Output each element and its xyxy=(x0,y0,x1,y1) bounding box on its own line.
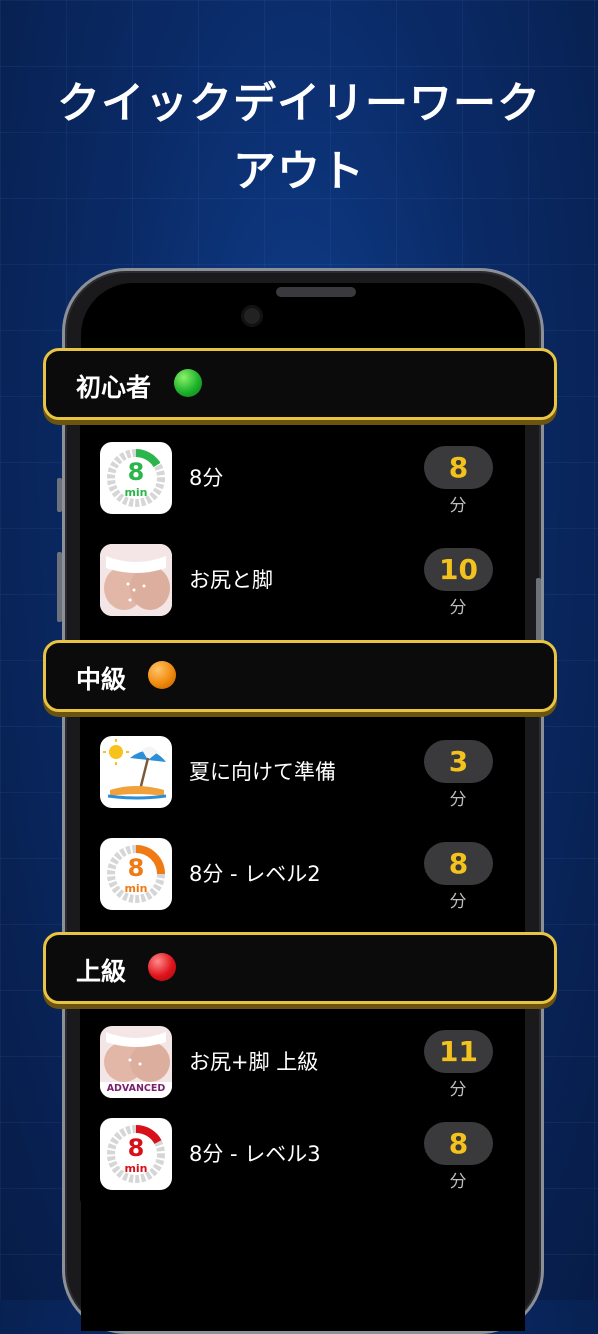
timer-icon: 8 min xyxy=(100,442,172,514)
workout-row-glutes-legs[interactable]: お尻と脚 10 分 xyxy=(80,530,518,626)
front-camera xyxy=(241,305,263,327)
duration-badge: 10 xyxy=(424,548,493,591)
workout-title: 8分 - レベル2 xyxy=(189,862,321,886)
duration-badge: 8 xyxy=(424,1122,493,1165)
level-header-intermediate: 中級 xyxy=(43,640,557,712)
duration-unit: 分 xyxy=(449,1080,467,1100)
workout-title: 8分 - レベル3 xyxy=(189,1142,321,1166)
timer-icon: 8 min xyxy=(100,838,172,910)
speaker-notch xyxy=(276,287,356,297)
timer-number: 8 xyxy=(127,854,145,882)
workout-row-summer-prep[interactable]: 夏に向けて準備 3 分 xyxy=(80,722,518,818)
workout-row-8min-level3[interactable]: 8 min 8分 - レベル3 8 分 xyxy=(80,1104,518,1200)
timer-number: 8 xyxy=(127,458,145,486)
timer-unit: min xyxy=(124,882,148,895)
beach-icon xyxy=(100,736,172,808)
title-line-2: アウト xyxy=(233,147,365,197)
duration-unit: 分 xyxy=(449,790,467,810)
workout-row-glutes-legs-advanced[interactable]: ADVANCED お尻+脚 上級 11 分 xyxy=(80,1012,518,1108)
green-dot-icon xyxy=(174,369,202,397)
level-header-beginner: 初心者 xyxy=(43,348,557,420)
phone-volume-button xyxy=(57,552,62,622)
workout-row-8min-level2[interactable]: 8 min 8分 - レベル2 8 分 xyxy=(80,824,518,920)
page-title: クイックデイリーワーク アウト xyxy=(0,70,598,206)
duration-badge: 8 xyxy=(424,842,493,885)
timer-unit: min xyxy=(124,1162,148,1175)
workout-title: お尻と脚 xyxy=(189,568,273,592)
duration-badge: 8 xyxy=(424,446,493,489)
workout-row-8min[interactable]: 8 min 8分 8 分 xyxy=(80,428,518,524)
phone-side-button xyxy=(57,478,62,512)
workout-title: 8分 xyxy=(189,466,224,490)
duration-unit: 分 xyxy=(449,598,467,618)
duration-unit: 分 xyxy=(449,892,467,912)
red-dot-icon xyxy=(148,953,176,981)
glutes-advanced-icon: ADVANCED xyxy=(100,1026,172,1098)
duration-unit: 分 xyxy=(449,1172,467,1192)
timer-unit: min xyxy=(124,486,148,499)
duration-badge: 11 xyxy=(424,1030,493,1073)
level-label: 初心者 xyxy=(76,373,152,402)
timer-number: 8 xyxy=(127,1134,145,1162)
workout-title: お尻+脚 上級 xyxy=(189,1050,319,1074)
duration-unit: 分 xyxy=(449,496,467,516)
duration-badge: 3 xyxy=(424,740,493,783)
workout-title: 夏に向けて準備 xyxy=(189,760,336,784)
advanced-badge-text: ADVANCED xyxy=(106,1083,166,1094)
glutes-icon xyxy=(100,544,172,616)
orange-dot-icon xyxy=(148,661,176,689)
level-label: 上級 xyxy=(76,957,127,986)
title-line-1: クイックデイリーワーク xyxy=(57,79,541,129)
level-header-advanced: 上級 xyxy=(43,932,557,1004)
timer-icon: 8 min xyxy=(100,1118,172,1190)
level-label: 中級 xyxy=(76,665,127,694)
